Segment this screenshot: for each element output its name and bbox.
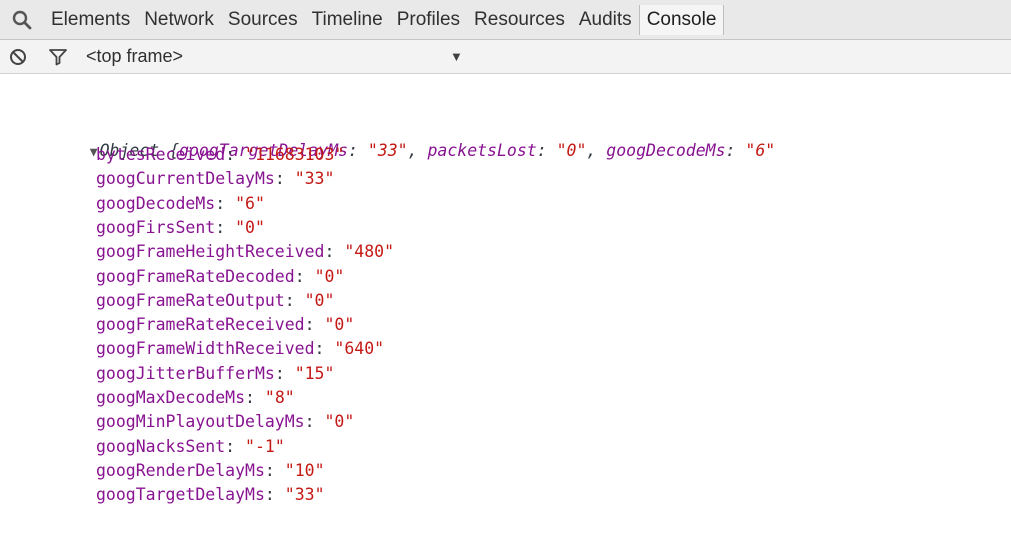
property-row[interactable]: googRenderDelayMs: "10" [96,460,325,482]
property-key: googFrameHeightReceived [96,242,325,262]
frame-selector[interactable]: <top frame> ▼ [86,40,466,74]
property-key: googTargetDelayMs [96,485,265,505]
property-value: "0" [324,412,355,432]
summary-value-2: "6" [745,141,776,160]
property-key: googMinPlayoutDelayMs [96,412,305,432]
property-separator: : [264,460,285,480]
property-separator: : [304,315,325,335]
property-value: "-1" [245,436,285,456]
property-row[interactable]: googMinPlayoutDelayMs: "0" [96,411,354,433]
tab-timeline[interactable]: Timeline [305,5,390,35]
property-separator: : [324,242,345,262]
clear-console-icon[interactable] [0,40,36,74]
property-separator: : [274,363,295,383]
property-key: googMaxDecodeMs [96,388,246,407]
property-separator: : [294,266,315,286]
property-row[interactable]: googCurrentDelayMs: "33" [96,168,334,190]
property-value: "0" [235,217,265,237]
object-summary[interactable]: ▼ Object {googTargetDelayMs: "33", packet… [50,118,775,160]
property-value: "0" [324,315,355,335]
devtools-tabbar: Elements Network Sources Timeline Profiles Re… [0,0,1011,40]
property-key: googFrameRateOutput [96,290,285,310]
summary-value-0: "33" [367,141,408,160]
frame-selector-label: <top frame> [86,46,184,66]
property-value: "33" [284,485,325,505]
property-value: "0" [304,290,335,310]
property-separator: : [225,436,246,456]
property-row[interactable]: googNacksSent: "-1" [96,436,285,458]
property-separator: : [274,169,295,189]
property-separator: : [314,339,335,359]
property-value: "480" [344,242,395,262]
property-row[interactable]: googTargetDelayMs: "33" [96,484,325,506]
tab-strip: Elements Network Sources Timeline Profiles Re… [44,0,725,40]
tab-sources[interactable]: Sources [221,5,305,35]
property-key: googFrameRateDecoded [96,266,295,286]
property-value: "11683103" [245,145,345,164]
property-value: "10" [284,460,325,480]
property-key: googFirsSent [96,217,216,237]
property-key: googRenderDelayMs [96,460,265,480]
property-row[interactable]: googFirsSent: "0" [96,217,265,239]
console-toolbar: <top frame> ▼ [0,40,1011,74]
summary-key-1: packetsLost [427,141,537,160]
property-key: googCurrentDelayMs [96,169,275,189]
console-output: ▼ Object {googTargetDelayMs: "33", packet… [0,74,1011,541]
filter-icon[interactable] [36,40,80,74]
tab-profiles[interactable]: Profiles [390,5,467,35]
property-row[interactable]: bytesReceived: "11683103" [96,144,344,166]
property-row[interactable]: googFrameRateOutput: "0" [96,290,334,312]
property-key: googFrameWidthReceived [96,339,315,359]
property-row[interactable]: googFrameHeightReceived: "480" [96,241,394,263]
tab-elements[interactable]: Elements [44,5,137,35]
property-row[interactable]: googDecodeMs: "6" [96,193,265,215]
property-key: googNacksSent [96,436,226,456]
dropdown-arrow-icon: ▼ [450,48,463,64]
property-row[interactable]: googJitterBufferMs: "15" [96,363,334,385]
property-separator: : [304,412,325,432]
property-separator: : [284,290,305,310]
property-key: googFrameRateReceived [96,315,305,335]
tab-resources[interactable]: Resources [467,5,572,35]
tab-network[interactable]: Network [137,5,221,35]
property-separator: : [245,388,265,407]
tab-audits[interactable]: Audits [572,5,639,35]
property-key: googJitterBufferMs [96,363,275,383]
property-value: "8" [264,388,295,407]
property-separator: : [225,145,246,164]
search-icon[interactable] [0,0,44,40]
property-separator: : [215,217,236,237]
property-value: "0" [314,266,345,286]
property-value: "15" [294,363,335,383]
property-row[interactable]: googFrameRateReceived: "0" [96,314,354,336]
property-row[interactable]: googFrameRateDecoded: "0" [96,266,344,288]
property-separator: : [264,485,285,505]
property-value: "6" [235,193,265,213]
property-row[interactable]: googFrameWidthReceived: "640" [96,338,384,360]
property-value: "640" [334,339,385,359]
property-row[interactable]: googMaxDecodeMs: "8" [96,387,295,409]
property-value: "33" [294,169,335,189]
summary-key-2: googDecodeMs [606,141,726,160]
property-key: bytesReceived [96,145,226,164]
summary-value-1: "0" [556,141,587,160]
property-separator: : [215,193,236,213]
property-key: googDecodeMs [96,193,216,213]
tab-console[interactable]: Console [638,4,725,35]
